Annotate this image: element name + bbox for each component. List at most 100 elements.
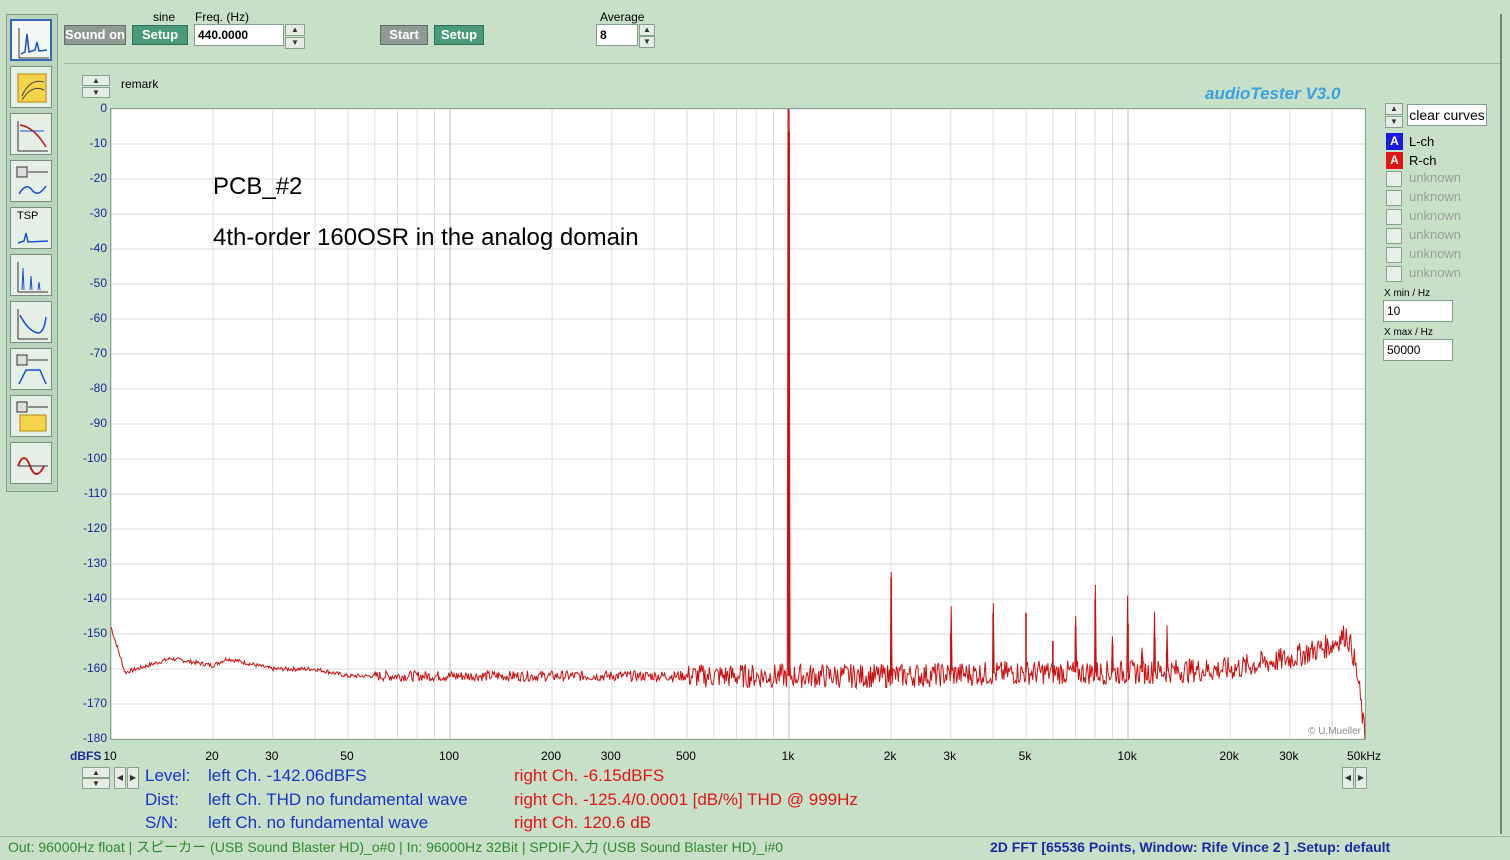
x-tick-label: 50 bbox=[340, 749, 354, 763]
window-edge bbox=[1500, 14, 1502, 834]
unknown-curve-label: unknown bbox=[1409, 189, 1462, 204]
y-axis-unit: dBFS bbox=[70, 749, 102, 763]
x-tick-label: 100 bbox=[438, 749, 460, 763]
level-left: left Ch. -142.06dBFS bbox=[208, 766, 367, 785]
impedance-tool-icon[interactable] bbox=[10, 301, 52, 343]
sound-on-button[interactable]: Sound on bbox=[64, 25, 126, 45]
dist-label: Dist: bbox=[145, 790, 179, 809]
x-tick-label: 30 bbox=[265, 749, 279, 763]
y-tick-label: -120 bbox=[82, 521, 107, 535]
remark-label: remark bbox=[121, 77, 159, 91]
sn-label: S/N: bbox=[145, 813, 179, 832]
y-tick-label: -100 bbox=[82, 451, 107, 465]
frequency-label: Freq. (Hz) bbox=[195, 10, 249, 24]
waveform-label: sine bbox=[153, 10, 176, 24]
channel-label-1: R-ch bbox=[1409, 153, 1437, 168]
analyzer-setup-button[interactable]: Setup bbox=[434, 25, 484, 45]
y-tick-label: -80 bbox=[89, 381, 107, 395]
annotation-title: PCB_#2 bbox=[213, 173, 303, 200]
unknown-curve-checkbox[interactable] bbox=[1386, 266, 1402, 282]
unknown-curve-label: unknown bbox=[1409, 265, 1462, 280]
channel-label-0: L-ch bbox=[1409, 134, 1435, 149]
xmax-right-icon[interactable]: ▶ bbox=[1355, 767, 1367, 789]
phase-tool-icon[interactable] bbox=[10, 113, 52, 155]
unknown-curve-checkbox[interactable] bbox=[1386, 209, 1402, 225]
y-tick-label: -110 bbox=[83, 486, 107, 500]
header-divider bbox=[64, 63, 1500, 64]
unknown-curve-label: unknown bbox=[1409, 208, 1462, 223]
scroll-right-icon[interactable]: ▶ bbox=[127, 767, 139, 789]
y-tick-label: -60 bbox=[89, 311, 107, 325]
fft-tool-icon[interactable] bbox=[10, 19, 52, 61]
sn-right: right Ch. 120.6 dB bbox=[514, 813, 652, 832]
average-down-icon[interactable]: ▼ bbox=[639, 36, 655, 48]
xmin-input[interactable]: 10 bbox=[1383, 300, 1453, 322]
x-tick-label: 1k bbox=[781, 749, 795, 763]
unknown-curve-checkbox[interactable] bbox=[1386, 190, 1402, 206]
average-input[interactable]: 8 bbox=[596, 24, 638, 46]
sn-left: left Ch. no fundamental wave bbox=[208, 813, 429, 832]
clear-curves-button[interactable]: clear curves bbox=[1407, 104, 1487, 126]
frequency-up-icon[interactable]: ▲ bbox=[285, 24, 305, 36]
dist-right: right Ch. -125.4/0.0001 [dB/%] THD @ 999… bbox=[514, 790, 858, 809]
unknown-curve-label: unknown bbox=[1409, 170, 1462, 185]
x-tick-label: 300 bbox=[600, 749, 621, 763]
channel-badge-0[interactable]: A bbox=[1386, 133, 1403, 150]
start-button[interactable]: Start bbox=[380, 25, 428, 45]
curve-down-icon[interactable]: ▼ bbox=[1385, 116, 1403, 128]
spectrum-tool-icon[interactable] bbox=[10, 254, 52, 296]
x-tick-label: 10k bbox=[1117, 749, 1137, 763]
y-tick-label: -140 bbox=[82, 591, 107, 605]
fft-chart bbox=[111, 109, 1365, 739]
frequency-response-tool-icon[interactable] bbox=[10, 66, 52, 108]
channel-badge-1[interactable]: A bbox=[1386, 152, 1403, 169]
annotation-subtitle: 4th-order 160OSR in the analog domain bbox=[213, 224, 639, 251]
remark-up-icon[interactable]: ▲ bbox=[82, 75, 110, 86]
generator-setup-button[interactable]: Setup bbox=[132, 25, 188, 45]
status-io: Out: 96000Hz float | スピーカー (USB Sound Bl… bbox=[8, 839, 784, 855]
frequency-input[interactable]: 440.0000 bbox=[194, 24, 284, 46]
unknown-curve-checkbox[interactable] bbox=[1386, 171, 1402, 187]
x-tick-label: 20k bbox=[1219, 749, 1239, 763]
x-tick-label: 200 bbox=[541, 749, 562, 763]
scroll-up-icon[interactable]: ▲ bbox=[82, 767, 110, 778]
x-tick-label: 20 bbox=[205, 749, 219, 763]
x-tick-label: 2k bbox=[883, 749, 897, 763]
y-tick-label: -170 bbox=[82, 696, 107, 710]
status-fft: 2D FFT [65536 Points, Window: Rife Vince… bbox=[990, 839, 1391, 855]
x-tick-label: 500 bbox=[675, 749, 696, 763]
xmax-input[interactable]: 50000 bbox=[1383, 339, 1453, 361]
curve-up-icon[interactable]: ▲ bbox=[1385, 103, 1403, 115]
dist-left: left Ch. THD no fundamental wave bbox=[208, 790, 468, 809]
xmax-label: X max / Hz bbox=[1384, 327, 1433, 338]
x-tick-label: 3k bbox=[943, 749, 957, 763]
copyright-text: © U.Mueller bbox=[1308, 726, 1361, 737]
y-tick-label: -10 bbox=[89, 136, 107, 150]
scroll-left-icon[interactable]: ◀ bbox=[114, 767, 126, 789]
y-tick-label: 0 bbox=[100, 101, 107, 115]
tool-palette: TSP bbox=[6, 14, 58, 492]
y-tick-label: -50 bbox=[89, 276, 107, 290]
level-label: Level: bbox=[145, 766, 191, 785]
oscilloscope-tool-icon[interactable] bbox=[10, 442, 52, 484]
unknown-curve-checkbox[interactable] bbox=[1386, 247, 1402, 263]
unknown-curve-checkbox[interactable] bbox=[1386, 228, 1402, 244]
y-tick-label: -20 bbox=[89, 171, 107, 185]
y-tick-label: -90 bbox=[89, 416, 107, 430]
xmin-label: X min / Hz bbox=[1384, 288, 1431, 299]
remark-down-icon[interactable]: ▼ bbox=[82, 87, 110, 98]
app-title: audioTester V3.0 bbox=[1205, 84, 1341, 103]
xmax-left-icon[interactable]: ◀ bbox=[1342, 767, 1354, 789]
status-bar: Out: 96000Hz float | スピーカー (USB Sound Bl… bbox=[0, 836, 1510, 859]
scroll-down-icon[interactable]: ▼ bbox=[82, 778, 110, 789]
frequency-down-icon[interactable]: ▼ bbox=[285, 37, 305, 49]
unknown-curve-label: unknown bbox=[1409, 246, 1462, 261]
tsp-tool-icon[interactable]: TSP bbox=[10, 207, 52, 249]
thd-sweep-tool-icon[interactable] bbox=[10, 160, 52, 202]
y-tick-label: -70 bbox=[89, 346, 107, 360]
speaker-response-tool-icon[interactable] bbox=[10, 348, 52, 390]
fft-plot-area: PCB_#2 4th-order 160OSR in the analog do… bbox=[110, 108, 1366, 740]
x-tick-label: 5k bbox=[1018, 749, 1032, 763]
waterfall-tool-icon[interactable] bbox=[10, 395, 52, 437]
average-up-icon[interactable]: ▲ bbox=[639, 24, 655, 36]
